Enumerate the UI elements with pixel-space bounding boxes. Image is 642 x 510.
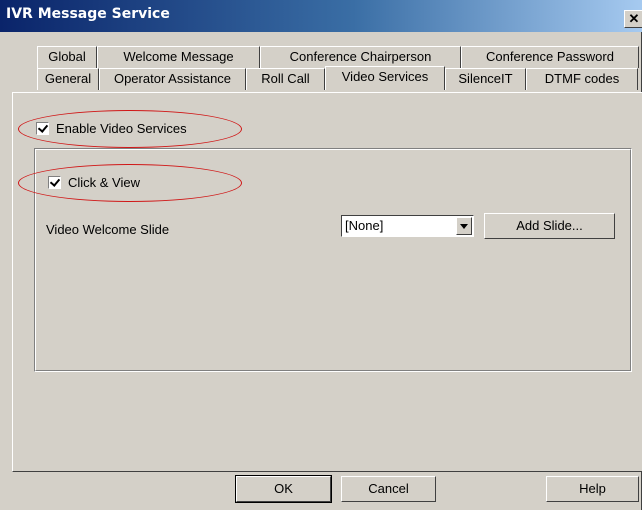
enable-video-services-checkbox[interactable]: Enable Video Services xyxy=(36,121,187,136)
tab-video-services[interactable]: Video Services xyxy=(325,66,445,90)
click-and-view-checkbox[interactable]: Click & View xyxy=(48,175,140,190)
tab-global[interactable]: Global xyxy=(37,46,97,68)
selected-slide-value: [None] xyxy=(345,218,384,233)
cancel-button[interactable]: Cancel xyxy=(341,476,436,502)
ivr-message-service-dialog: IVR Message Service ✕ Global Welcome Mes… xyxy=(0,0,642,510)
tab-general[interactable]: General xyxy=(37,68,99,90)
tab-conference-password[interactable]: Conference Password xyxy=(461,46,639,68)
enable-video-services-label: Enable Video Services xyxy=(56,121,187,136)
tab-silenceit[interactable]: SilenceIT xyxy=(445,68,526,90)
click-and-view-label: Click & View xyxy=(68,175,141,190)
tab-operator-assistance[interactable]: Operator Assistance xyxy=(99,68,246,90)
help-button[interactable]: Help xyxy=(546,476,639,502)
close-icon: ✕ xyxy=(628,11,640,26)
title-bar[interactable]: IVR Message Service ✕ xyxy=(0,0,642,32)
tab-welcome-message[interactable]: Welcome Message xyxy=(97,46,260,68)
video-welcome-slide-select[interactable]: [None] xyxy=(341,215,474,237)
video-welcome-slide-label: Video Welcome Slide xyxy=(46,222,170,237)
tab-roll-call[interactable]: Roll Call xyxy=(246,68,325,90)
window-title: IVR Message Service xyxy=(6,6,170,22)
close-button[interactable]: ✕ xyxy=(624,10,642,28)
tab-dtmf-codes[interactable]: DTMF codes xyxy=(526,68,638,90)
tab-conference-chairperson[interactable]: Conference Chairperson xyxy=(260,46,461,68)
dropdown-arrow-icon[interactable] xyxy=(456,217,472,235)
checkbox-checked-icon xyxy=(48,176,61,189)
checkbox-checked-icon xyxy=(36,122,49,135)
ok-button[interactable]: OK xyxy=(235,475,332,503)
add-slide-button[interactable]: Add Slide... xyxy=(484,213,615,239)
